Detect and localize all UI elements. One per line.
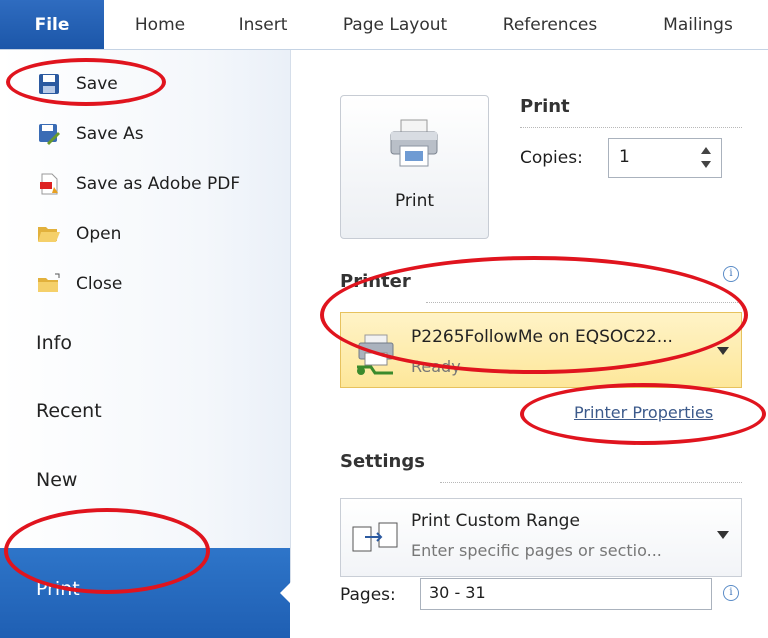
print-button-label: Print xyxy=(394,191,435,211)
save-icon xyxy=(36,71,62,97)
chevron-down-icon xyxy=(717,531,729,539)
save-as-adobe-pdf-command[interactable]: Save as Adobe PDF xyxy=(36,166,276,202)
tab-references[interactable]: References xyxy=(484,0,616,50)
tab-mailings[interactable]: Mailings xyxy=(636,0,760,50)
open-command[interactable]: Open xyxy=(36,216,276,252)
custom-range-icon xyxy=(351,521,401,559)
chevron-down-icon xyxy=(717,347,729,355)
save-command[interactable]: Save xyxy=(36,66,276,102)
spin-up-icon[interactable] xyxy=(701,147,711,154)
backstage-nav: Save Save As Save as Adobe PDF Open Clos… xyxy=(0,50,291,638)
nav-info[interactable]: Info xyxy=(36,332,72,354)
ribbon-tab-bar: File Home Insert Page Layout References … xyxy=(0,0,768,50)
pages-value: 30 - 31 xyxy=(429,583,486,602)
tab-home[interactable]: Home xyxy=(118,0,202,50)
save-label: Save xyxy=(76,74,118,94)
close-command[interactable]: Close xyxy=(36,266,276,302)
pages-label: Pages: xyxy=(340,585,396,605)
copies-label: Copies: xyxy=(520,148,583,168)
pages-info-icon[interactable]: i xyxy=(723,585,739,601)
printer-header: Printer xyxy=(340,271,411,292)
nav-print[interactable]: Print xyxy=(0,548,291,638)
printer-header-divider xyxy=(426,302,742,303)
tab-page-layout[interactable]: Page Layout xyxy=(326,0,464,50)
tab-file[interactable]: File xyxy=(0,0,104,50)
printer-properties-link[interactable]: Printer Properties xyxy=(574,403,713,422)
open-label: Open xyxy=(76,224,122,244)
copies-value: 1 xyxy=(619,147,630,167)
printer-status: Ready xyxy=(411,357,461,376)
settings-header-divider xyxy=(440,482,742,483)
range-title: Print Custom Range xyxy=(411,511,580,531)
print-range-dropdown[interactable]: Print Custom Range Enter specific pages … xyxy=(340,498,742,577)
save-as-adobe-pdf-label: Save as Adobe PDF xyxy=(76,174,241,194)
nav-new[interactable]: New xyxy=(36,469,77,491)
save-as-label: Save As xyxy=(76,124,144,144)
printer-select[interactable]: P2265FollowMe on EQSOC22... Ready xyxy=(340,312,742,388)
print-header-divider xyxy=(520,127,742,128)
save-as-command[interactable]: Save As xyxy=(36,116,276,152)
copies-stepper[interactable]: 1 xyxy=(608,138,722,178)
spin-down-icon[interactable] xyxy=(701,161,711,168)
printer-icon xyxy=(387,116,441,174)
network-printer-icon xyxy=(353,331,399,381)
folder-open-icon xyxy=(36,221,62,247)
selection-pointer xyxy=(280,582,291,604)
close-label: Close xyxy=(76,274,123,294)
printer-name: P2265FollowMe on EQSOC22... xyxy=(411,327,673,347)
print-header: Print xyxy=(520,96,570,117)
tab-insert[interactable]: Insert xyxy=(222,0,304,50)
range-description: Enter specific pages or sectio... xyxy=(411,541,662,560)
folder-close-icon xyxy=(36,271,62,297)
nav-recent[interactable]: Recent xyxy=(36,400,102,422)
save-as-icon xyxy=(36,121,62,147)
printer-info-icon[interactable]: i xyxy=(723,266,739,282)
adobe-pdf-icon xyxy=(36,171,62,197)
pages-input[interactable]: 30 - 31 xyxy=(420,578,712,610)
settings-header: Settings xyxy=(340,451,425,472)
nav-print-label: Print xyxy=(36,578,80,600)
print-button[interactable]: Print xyxy=(340,95,489,239)
